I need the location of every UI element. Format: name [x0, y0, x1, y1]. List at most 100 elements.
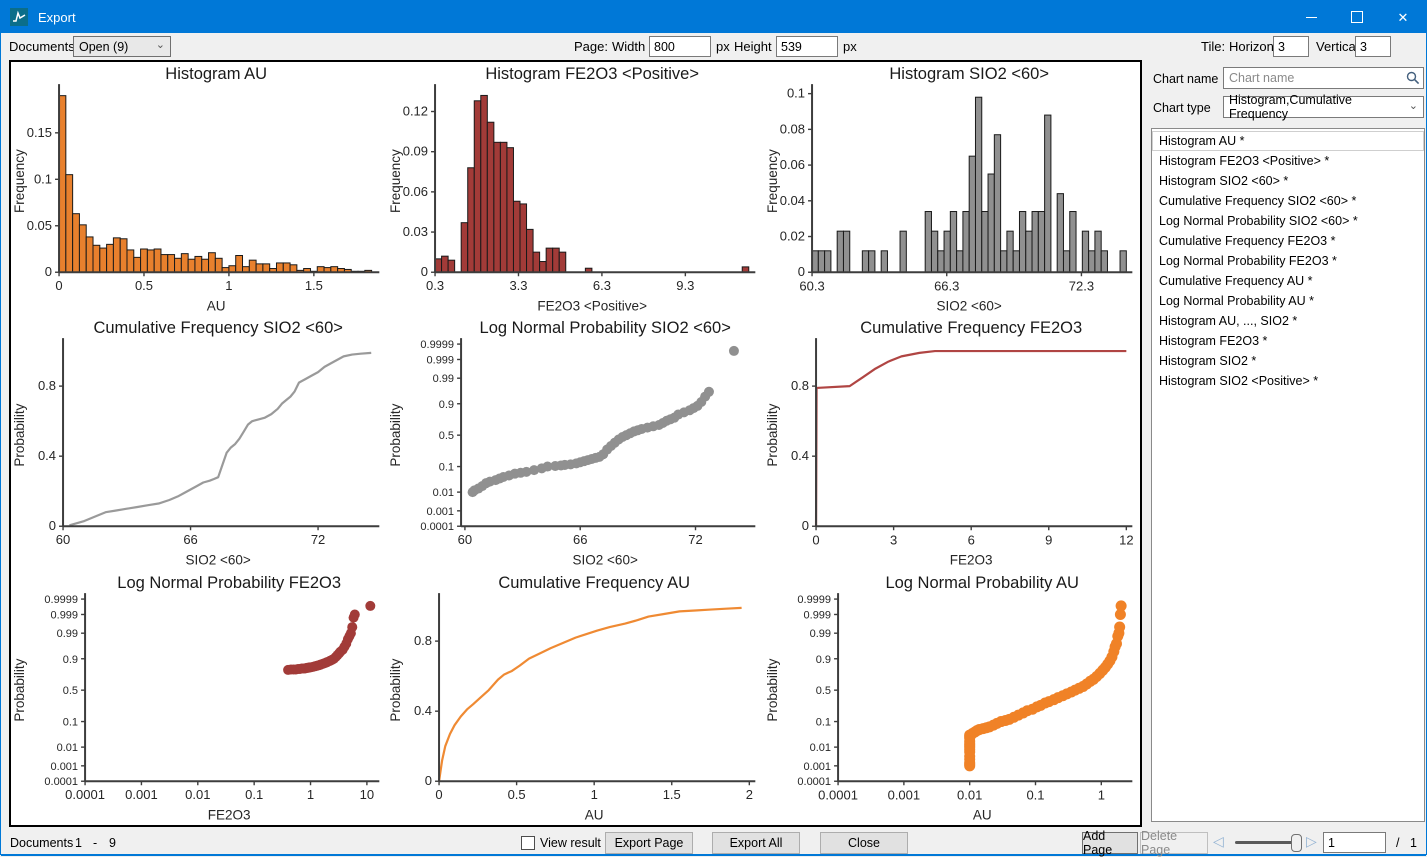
- view-result-label: View result: [540, 836, 601, 850]
- svg-text:SIO2 <60>: SIO2 <60>: [186, 553, 251, 568]
- svg-text:0.999: 0.999: [803, 609, 831, 621]
- page-slider-track: [1235, 841, 1299, 844]
- svg-text:0.99: 0.99: [57, 628, 78, 640]
- chart-list-item[interactable]: Histogram FE2O3 *: [1152, 331, 1424, 351]
- documents-label: Documents: [9, 39, 75, 54]
- delete-page-button[interactable]: Delete Page: [1140, 829, 1208, 857]
- maximize-button[interactable]: [1334, 1, 1380, 33]
- search-icon[interactable]: [1403, 71, 1423, 85]
- svg-text:FE2O3: FE2O3: [208, 807, 251, 822]
- export-page-button[interactable]: Export Page: [605, 832, 693, 854]
- svg-text:0: 0: [421, 264, 428, 279]
- svg-text:12: 12: [1119, 533, 1133, 548]
- svg-text:0.15: 0.15: [27, 125, 52, 140]
- chart-histogram-au: 0 0.5 1 1.5 0 0.05 0.1 0.15 Histogram AU AU Freque…: [11, 62, 387, 316]
- add-page-button[interactable]: Add Page: [1082, 829, 1138, 857]
- next-page-icon[interactable]: ▷: [1306, 834, 1317, 848]
- chart-histogram-sio2-60: 60.3 66.3 72.3 0 0.02 0.04 0.06 0.08 0.1 Histogra…: [764, 62, 1140, 316]
- svg-text:Probability: Probability: [765, 658, 780, 721]
- chart-list-item[interactable]: Cumulative Frequency AU *: [1152, 271, 1424, 291]
- svg-text:0.1: 0.1: [34, 171, 52, 186]
- svg-text:Log Normal Probability SIO2 <: Log Normal Probability SIO2 <60>: [480, 319, 731, 337]
- svg-text:0.5: 0.5: [63, 685, 78, 697]
- svg-text:Histogram SIO2 <60>: Histogram SIO2 <60>: [889, 65, 1049, 83]
- tile-horizontal-input[interactable]: [1273, 36, 1309, 57]
- statusbar-documents-label: Documents: [10, 836, 74, 850]
- view-result-checkbox[interactable]: [521, 836, 535, 850]
- svg-text:0.01: 0.01: [809, 742, 830, 754]
- chart-list-item[interactable]: Cumulative Frequency SIO2 <60> *: [1152, 191, 1424, 211]
- previous-page-icon[interactable]: ◁: [1213, 834, 1224, 848]
- svg-text:0.0001: 0.0001: [797, 776, 831, 788]
- export-all-button[interactable]: Export All: [712, 832, 800, 854]
- close-dialog-button[interactable]: Close: [820, 832, 908, 854]
- page-number-input[interactable]: [1323, 832, 1386, 853]
- page-slider[interactable]: [1235, 833, 1302, 852]
- documents-dropdown[interactable]: Open (9) ⌄: [73, 36, 171, 57]
- svg-text:6.3: 6.3: [593, 278, 611, 293]
- svg-text:0.01: 0.01: [957, 787, 982, 802]
- svg-text:0.1: 0.1: [787, 86, 805, 101]
- window-title: Export: [38, 9, 76, 25]
- svg-text:0.04: 0.04: [779, 193, 804, 208]
- svg-text:0.1: 0.1: [815, 716, 830, 728]
- close-button[interactable]: ✕: [1380, 1, 1426, 33]
- page-height-input[interactable]: [776, 36, 838, 57]
- chart-list-item[interactable]: Histogram SIO2 *: [1152, 351, 1424, 371]
- svg-text:0.1: 0.1: [439, 462, 454, 474]
- vertical-label: Vertical: [1316, 39, 1359, 54]
- svg-text:Frequency: Frequency: [765, 149, 780, 213]
- chart-log-normal-probability-au: 0.0001 0.001 0.01 0.1 1 0.0001 0.001 0.01 0.1 0.5…: [764, 571, 1140, 825]
- chart-list-item[interactable]: Log Normal Probability AU *: [1152, 291, 1424, 311]
- svg-text:0.8: 0.8: [414, 633, 432, 648]
- svg-text:Cumulative Frequency SIO2 <60: Cumulative Frequency SIO2 <60>: [93, 319, 342, 337]
- chart-list-item[interactable]: Histogram SIO2 <Positive> *: [1152, 371, 1424, 391]
- svg-text:AU: AU: [585, 807, 604, 822]
- chart-log-normal-probability-fe2o3: 0.0001 0.001 0.01 0.1 1 10 0.0001 0.001 0.01 0.1 0…: [11, 571, 387, 825]
- svg-text:0.001: 0.001: [125, 787, 158, 802]
- svg-text:0.0001: 0.0001: [818, 787, 858, 802]
- chart-list-item[interactable]: Histogram AU *: [1152, 131, 1424, 151]
- chart-name-search-input[interactable]: [1224, 71, 1403, 85]
- page-label: Page:: [574, 39, 608, 54]
- svg-text:0.9: 0.9: [815, 653, 830, 665]
- svg-text:Log Normal Probability AU: Log Normal Probability AU: [885, 574, 1079, 592]
- width-label: Width: [612, 39, 646, 54]
- svg-text:Frequency: Frequency: [12, 149, 27, 213]
- chart-cumulative-frequency-au: 0 0.5 1 1.5 2 0 0.4 0.8 Cumulative Frequency AU A…: [387, 571, 763, 825]
- svg-text:3.3: 3.3: [510, 278, 528, 293]
- chart-type-dropdown[interactable]: Histogram,Cumulative Frequency ⌄: [1223, 93, 1424, 121]
- svg-text:66.3: 66.3: [934, 278, 959, 293]
- svg-text:0.9999: 0.9999: [797, 594, 831, 606]
- svg-text:0.4: 0.4: [791, 449, 809, 464]
- chart-list-item[interactable]: Histogram SIO2 <60> *: [1152, 171, 1424, 191]
- tile-vertical-input[interactable]: [1355, 36, 1391, 57]
- chart-list-item[interactable]: Histogram AU, ..., SIO2 *: [1152, 311, 1424, 331]
- svg-text:0: 0: [812, 533, 819, 548]
- svg-text:0.03: 0.03: [403, 224, 428, 239]
- svg-text:0.5: 0.5: [508, 787, 526, 802]
- svg-text:0.01: 0.01: [433, 487, 454, 499]
- svg-text:0.4: 0.4: [38, 449, 56, 464]
- page-width-input[interactable]: [649, 36, 711, 57]
- svg-text:60.3: 60.3: [799, 278, 824, 293]
- chart-list-item[interactable]: Histogram FE2O3 <Positive> *: [1152, 151, 1424, 171]
- svg-text:0: 0: [801, 519, 808, 534]
- svg-text:1: 1: [225, 278, 232, 293]
- chart-list-item[interactable]: Log Normal Probability FE2O3 *: [1152, 251, 1424, 271]
- app-icon: [10, 8, 28, 26]
- svg-text:10: 10: [360, 787, 374, 802]
- svg-text:6: 6: [967, 533, 974, 548]
- minimize-button[interactable]: [1288, 1, 1334, 33]
- svg-text:0.01: 0.01: [185, 787, 210, 802]
- chart-list-item[interactable]: Cumulative Frequency FE2O3 *: [1152, 231, 1424, 251]
- page-slider-thumb[interactable]: [1291, 834, 1302, 852]
- chart-name-search: [1223, 67, 1424, 89]
- svg-text:SIO2 <60>: SIO2 <60>: [573, 553, 638, 568]
- chart-list-item[interactable]: Log Normal Probability SIO2 <60> *: [1152, 211, 1424, 231]
- svg-text:0.9: 0.9: [439, 399, 454, 411]
- height-label: Height: [734, 39, 772, 54]
- svg-text:Probability: Probability: [388, 404, 403, 467]
- svg-text:60: 60: [458, 533, 472, 548]
- svg-text:0.5: 0.5: [439, 430, 454, 442]
